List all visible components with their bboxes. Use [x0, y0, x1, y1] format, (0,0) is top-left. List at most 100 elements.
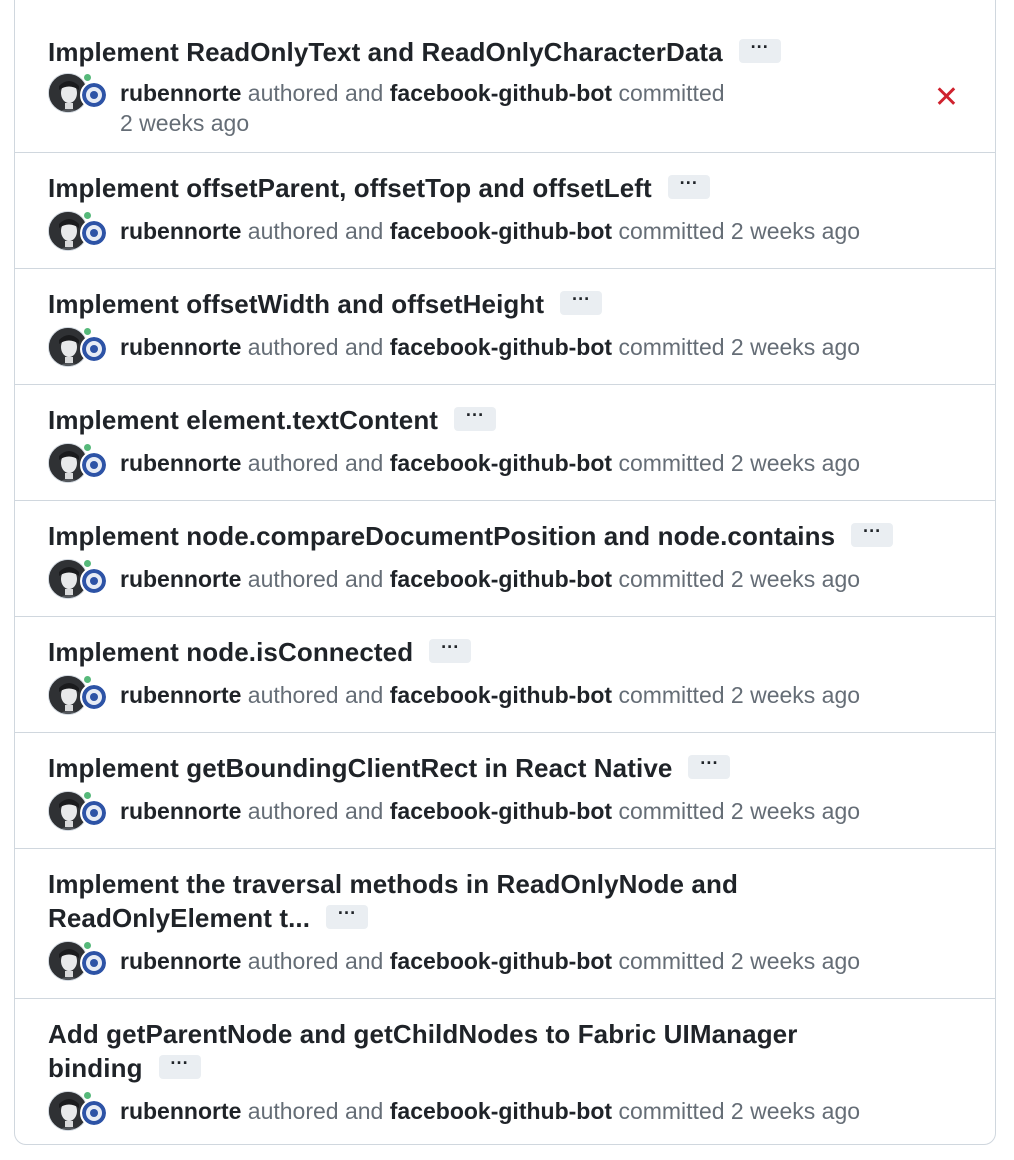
committer-link[interactable]: facebook-github-bot: [390, 218, 612, 244]
commit-row: Add getParentNode and getChildNodes to F…: [15, 999, 995, 1146]
authored-label: authored and: [247, 682, 384, 708]
commit-row: Implement getBoundingClientRect in React…: [15, 733, 995, 849]
commit-row: Implement node.isConnected ··· rubennorte…: [15, 617, 995, 733]
avatar-stack: [48, 209, 112, 253]
author-link[interactable]: rubennorte: [120, 1098, 241, 1124]
committed-label: committed: [618, 1098, 725, 1124]
green-dot-icon: [84, 328, 91, 335]
expand-message-button[interactable]: ···: [688, 754, 731, 780]
commit-title: Implement offsetWidth and offsetHeight ··…: [48, 287, 895, 321]
bot-avatar[interactable]: [80, 949, 108, 977]
expand-message-button[interactable]: ···: [560, 290, 603, 316]
commit-row: Implement ReadOnlyText and ReadOnlyChara…: [15, 0, 995, 153]
commit-title: Implement getBoundingClientRect in React…: [48, 751, 895, 785]
committed-label: committed: [618, 450, 725, 476]
x-icon[interactable]: ✕: [934, 83, 959, 113]
committed-label: committed: [618, 948, 725, 974]
authored-label: authored and: [247, 798, 384, 824]
green-dot-icon: [84, 212, 91, 219]
bot-avatar[interactable]: [80, 799, 108, 827]
author-link[interactable]: rubennorte: [120, 450, 241, 476]
bot-avatar[interactable]: [80, 219, 108, 247]
commit-title-link-line2[interactable]: ReadOnlyElement t...: [48, 903, 310, 933]
bot-avatar[interactable]: [80, 335, 108, 363]
commit-byline: rubennorte authored and facebook-github-…: [120, 1096, 860, 1126]
committed-label: committed: [618, 798, 725, 824]
committer-link[interactable]: facebook-github-bot: [390, 334, 612, 360]
avatar-stack: [48, 557, 112, 601]
bot-avatar[interactable]: [80, 567, 108, 595]
green-dot-icon: [84, 74, 91, 81]
committer-link[interactable]: facebook-github-bot: [390, 948, 612, 974]
author-link[interactable]: rubennorte: [120, 80, 241, 106]
committed-label: committed: [618, 682, 725, 708]
author-link[interactable]: rubennorte: [120, 218, 241, 244]
bot-avatar[interactable]: [80, 1099, 108, 1127]
commit-time: 2 weeks ago: [730, 682, 861, 708]
commit-time: 2 weeks ago: [730, 1098, 861, 1124]
commit-title: Implement node.isConnected ···: [48, 635, 895, 669]
author-link[interactable]: rubennorte: [120, 798, 241, 824]
commit-title: Implement node.compareDocumentPosition a…: [48, 519, 975, 553]
bot-avatar[interactable]: [80, 683, 108, 711]
commit-title-link[interactable]: Add getParentNode and getChildNodes to F…: [48, 1019, 797, 1049]
authored-label: authored and: [247, 948, 384, 974]
committed-label: committed: [618, 334, 725, 360]
commit-title: Implement ReadOnlyText and ReadOnlyChara…: [48, 35, 895, 69]
commit-title-link-line2[interactable]: binding: [48, 1053, 143, 1083]
commit-title-link[interactable]: Implement getBoundingClientRect in React…: [48, 753, 672, 783]
commit-row: Implement node.compareDocumentPosition a…: [15, 501, 995, 617]
committer-link[interactable]: facebook-github-bot: [390, 798, 612, 824]
commit-byline: rubennorte authored and facebook-github-…: [120, 332, 860, 362]
commit-title-link[interactable]: Implement offsetParent, offsetTop and of…: [48, 173, 652, 203]
expand-message-button[interactable]: ···: [667, 174, 710, 200]
expand-message-button[interactable]: ···: [429, 638, 472, 664]
avatar-stack: [48, 673, 112, 717]
committer-link[interactable]: facebook-github-bot: [390, 682, 612, 708]
committer-link[interactable]: facebook-github-bot: [390, 1098, 612, 1124]
green-dot-icon: [84, 792, 91, 799]
author-link[interactable]: rubennorte: [120, 682, 241, 708]
commit-byline: rubennorte authored and facebook-github-…: [120, 680, 860, 710]
green-dot-icon: [84, 676, 91, 683]
commit-title-link[interactable]: Implement element.textContent: [48, 405, 438, 435]
author-link[interactable]: rubennorte: [120, 948, 241, 974]
commit-title-link[interactable]: Implement node.isConnected: [48, 637, 413, 667]
bot-avatar[interactable]: [80, 81, 108, 109]
commit-title: Implement the traversal methods in ReadO…: [48, 867, 895, 935]
commit-row: Implement element.textContent ··· rubenno…: [15, 385, 995, 501]
green-dot-icon: [84, 942, 91, 949]
expand-message-button[interactable]: ···: [454, 406, 497, 432]
commit-time: 2 weeks ago: [730, 566, 861, 592]
commit-time: 2 weeks ago: [730, 218, 861, 244]
commit-time: 2 weeks ago: [730, 450, 861, 476]
avatar-stack: [48, 939, 112, 983]
commit-byline: rubennorte authored and facebook-github-…: [120, 946, 860, 976]
authored-label: authored and: [247, 1098, 384, 1124]
commit-time: 2 weeks ago: [120, 110, 250, 136]
commit-row: Implement the traversal methods in ReadO…: [15, 849, 995, 999]
author-link[interactable]: rubennorte: [120, 334, 241, 360]
commit-time: 2 weeks ago: [730, 334, 861, 360]
authored-label: authored and: [247, 80, 384, 106]
author-link[interactable]: rubennorte: [120, 566, 241, 592]
commit-title-link[interactable]: Implement the traversal methods in ReadO…: [48, 869, 738, 899]
expand-message-button[interactable]: ···: [851, 522, 894, 548]
expand-message-button[interactable]: ···: [326, 904, 369, 930]
authored-label: authored and: [247, 334, 384, 360]
avatar-stack: [48, 441, 112, 485]
commit-title-link[interactable]: Implement offsetWidth and offsetHeight: [48, 289, 544, 319]
committer-link[interactable]: facebook-github-bot: [390, 80, 612, 106]
commit-row: Implement offsetWidth and offsetHeight ··…: [15, 269, 995, 385]
bot-avatar[interactable]: [80, 451, 108, 479]
expand-message-button[interactable]: ···: [738, 38, 781, 64]
authored-label: authored and: [247, 566, 384, 592]
commit-byline: rubennorte authored and facebook-github-…: [120, 564, 860, 594]
commit-byline: rubennorte authored and facebook-github-…: [120, 78, 840, 138]
committer-link[interactable]: facebook-github-bot: [390, 566, 612, 592]
commit-title-link[interactable]: Implement ReadOnlyText and ReadOnlyChara…: [48, 37, 723, 67]
commit-title: Add getParentNode and getChildNodes to F…: [48, 1017, 895, 1085]
committer-link[interactable]: facebook-github-bot: [390, 450, 612, 476]
expand-message-button[interactable]: ···: [158, 1054, 201, 1080]
commit-title-link[interactable]: Implement node.compareDocumentPosition a…: [48, 521, 835, 551]
